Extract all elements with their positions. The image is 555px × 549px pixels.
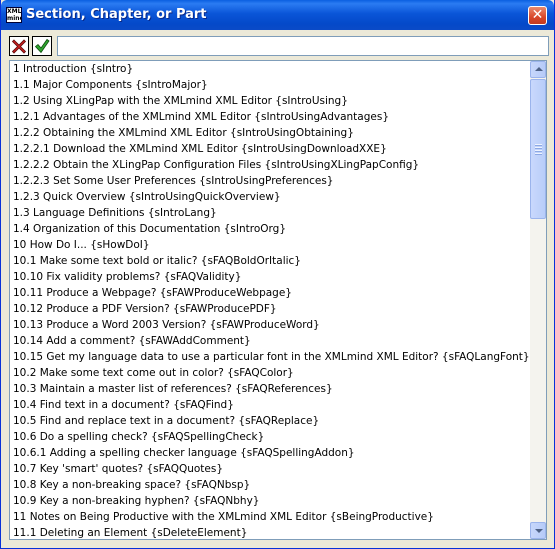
list-item[interactable]: 1.2.2.2 Obtain the XLingPap Configuratio… xyxy=(11,157,530,173)
vertical-scrollbar[interactable] xyxy=(530,61,546,539)
section-list[interactable]: 1 Introduction {sIntro} 1.1 Major Compone… xyxy=(9,60,547,540)
list-item[interactable]: 10.3 Maintain a master list of reference… xyxy=(11,381,530,397)
scroll-down-button[interactable] xyxy=(530,522,546,539)
list-item[interactable]: 1.2 Using XLingPap with the XMLmind XML … xyxy=(11,93,530,109)
list-item[interactable]: 11 Notes on Being Productive with the XM… xyxy=(11,509,530,525)
green-check-icon xyxy=(34,38,50,54)
ok-button[interactable] xyxy=(32,36,52,56)
list-item[interactable]: 10.6.1 Adding a spelling checker languag… xyxy=(11,445,530,461)
list-item[interactable]: 10.10 Fix validity problems? {sFAQValidi… xyxy=(11,269,530,285)
list-item[interactable]: 10.4 Find text in a document? {sFAQFind} xyxy=(11,397,530,413)
list-item[interactable]: 1.2.1 Advantages of the XMLmind XML Edit… xyxy=(11,109,530,125)
close-icon: ✕ xyxy=(531,7,544,23)
dialog-window: XML mind Section, Chapter, or Part ✕ 1 I… xyxy=(0,0,555,549)
list-item[interactable]: 1.2.2.1 Download the XMLmind XML Editor … xyxy=(11,141,530,157)
list-item[interactable]: 10.15 Get my language data to use a part… xyxy=(11,349,530,365)
list-item[interactable]: 10.13 Produce a Word 2003 Version? {sFAW… xyxy=(11,317,530,333)
scroll-thumb[interactable] xyxy=(530,79,546,219)
list-item[interactable]: 10.9 Key a non-breaking hyphen? {sFAQNbh… xyxy=(11,493,530,509)
toolbar xyxy=(9,36,549,56)
list-item[interactable]: 1.3 Language Definitions {sIntroLang} xyxy=(11,205,530,221)
list-item[interactable]: 1.2.3 Quick Overview {sIntroUsingQuickOv… xyxy=(11,189,530,205)
list-item[interactable]: 11.1 Deleting an Element {sDeleteElement… xyxy=(11,525,530,539)
xmlmind-app-icon: XML mind xyxy=(6,7,22,23)
chevron-down-icon xyxy=(535,529,543,533)
list-item[interactable]: 10.5 Find and replace text in a document… xyxy=(11,413,530,429)
cancel-button[interactable] xyxy=(9,36,29,56)
list-item[interactable]: 10.7 Key 'smart' quotes? {sFAQQuotes} xyxy=(11,461,530,477)
close-button[interactable]: ✕ xyxy=(528,6,547,25)
list-item[interactable]: 1 Introduction {sIntro} xyxy=(11,61,530,77)
window-title: Section, Chapter, or Part xyxy=(26,7,207,22)
list-item[interactable]: 10.2 Make some text come out in color? {… xyxy=(11,365,530,381)
list-item[interactable]: 1.1 Major Components {sIntroMajor} xyxy=(11,77,530,93)
list-item[interactable]: 10 How Do I... {sHowDoI} xyxy=(11,237,530,253)
red-x-icon xyxy=(11,39,27,54)
title-bar[interactable]: XML mind Section, Chapter, or Part ✕ xyxy=(1,0,554,30)
list-item[interactable]: 10.11 Produce a Webpage? {sFAWProduceWeb… xyxy=(11,285,530,301)
chevron-up-icon xyxy=(535,67,543,71)
list-item[interactable]: 1.4 Organization of this Documentation {… xyxy=(11,221,530,237)
list-item[interactable]: 1.2.2.3 Set Some User Preferences {sIntr… xyxy=(11,173,530,189)
scroll-up-button[interactable] xyxy=(530,61,546,78)
list-item[interactable]: 10.14 Add a comment? {sFAWAddComment} xyxy=(11,333,530,349)
section-list-items: 1 Introduction {sIntro} 1.1 Major Compone… xyxy=(11,61,530,539)
list-item[interactable]: 10.12 Produce a PDF Version? {sFAWProduc… xyxy=(11,301,530,317)
list-item[interactable]: 10.1 Make some text bold or italic? {sFA… xyxy=(11,253,530,269)
list-item[interactable]: 10.6 Do a spelling check? {sFAQSpellingC… xyxy=(11,429,530,445)
list-item[interactable]: 10.8 Key a non-breaking space? {sFAQNbsp… xyxy=(11,477,530,493)
search-input[interactable] xyxy=(57,36,549,56)
list-item[interactable]: 1.2.2 Obtaining the XMLmind XML Editor {… xyxy=(11,125,530,141)
